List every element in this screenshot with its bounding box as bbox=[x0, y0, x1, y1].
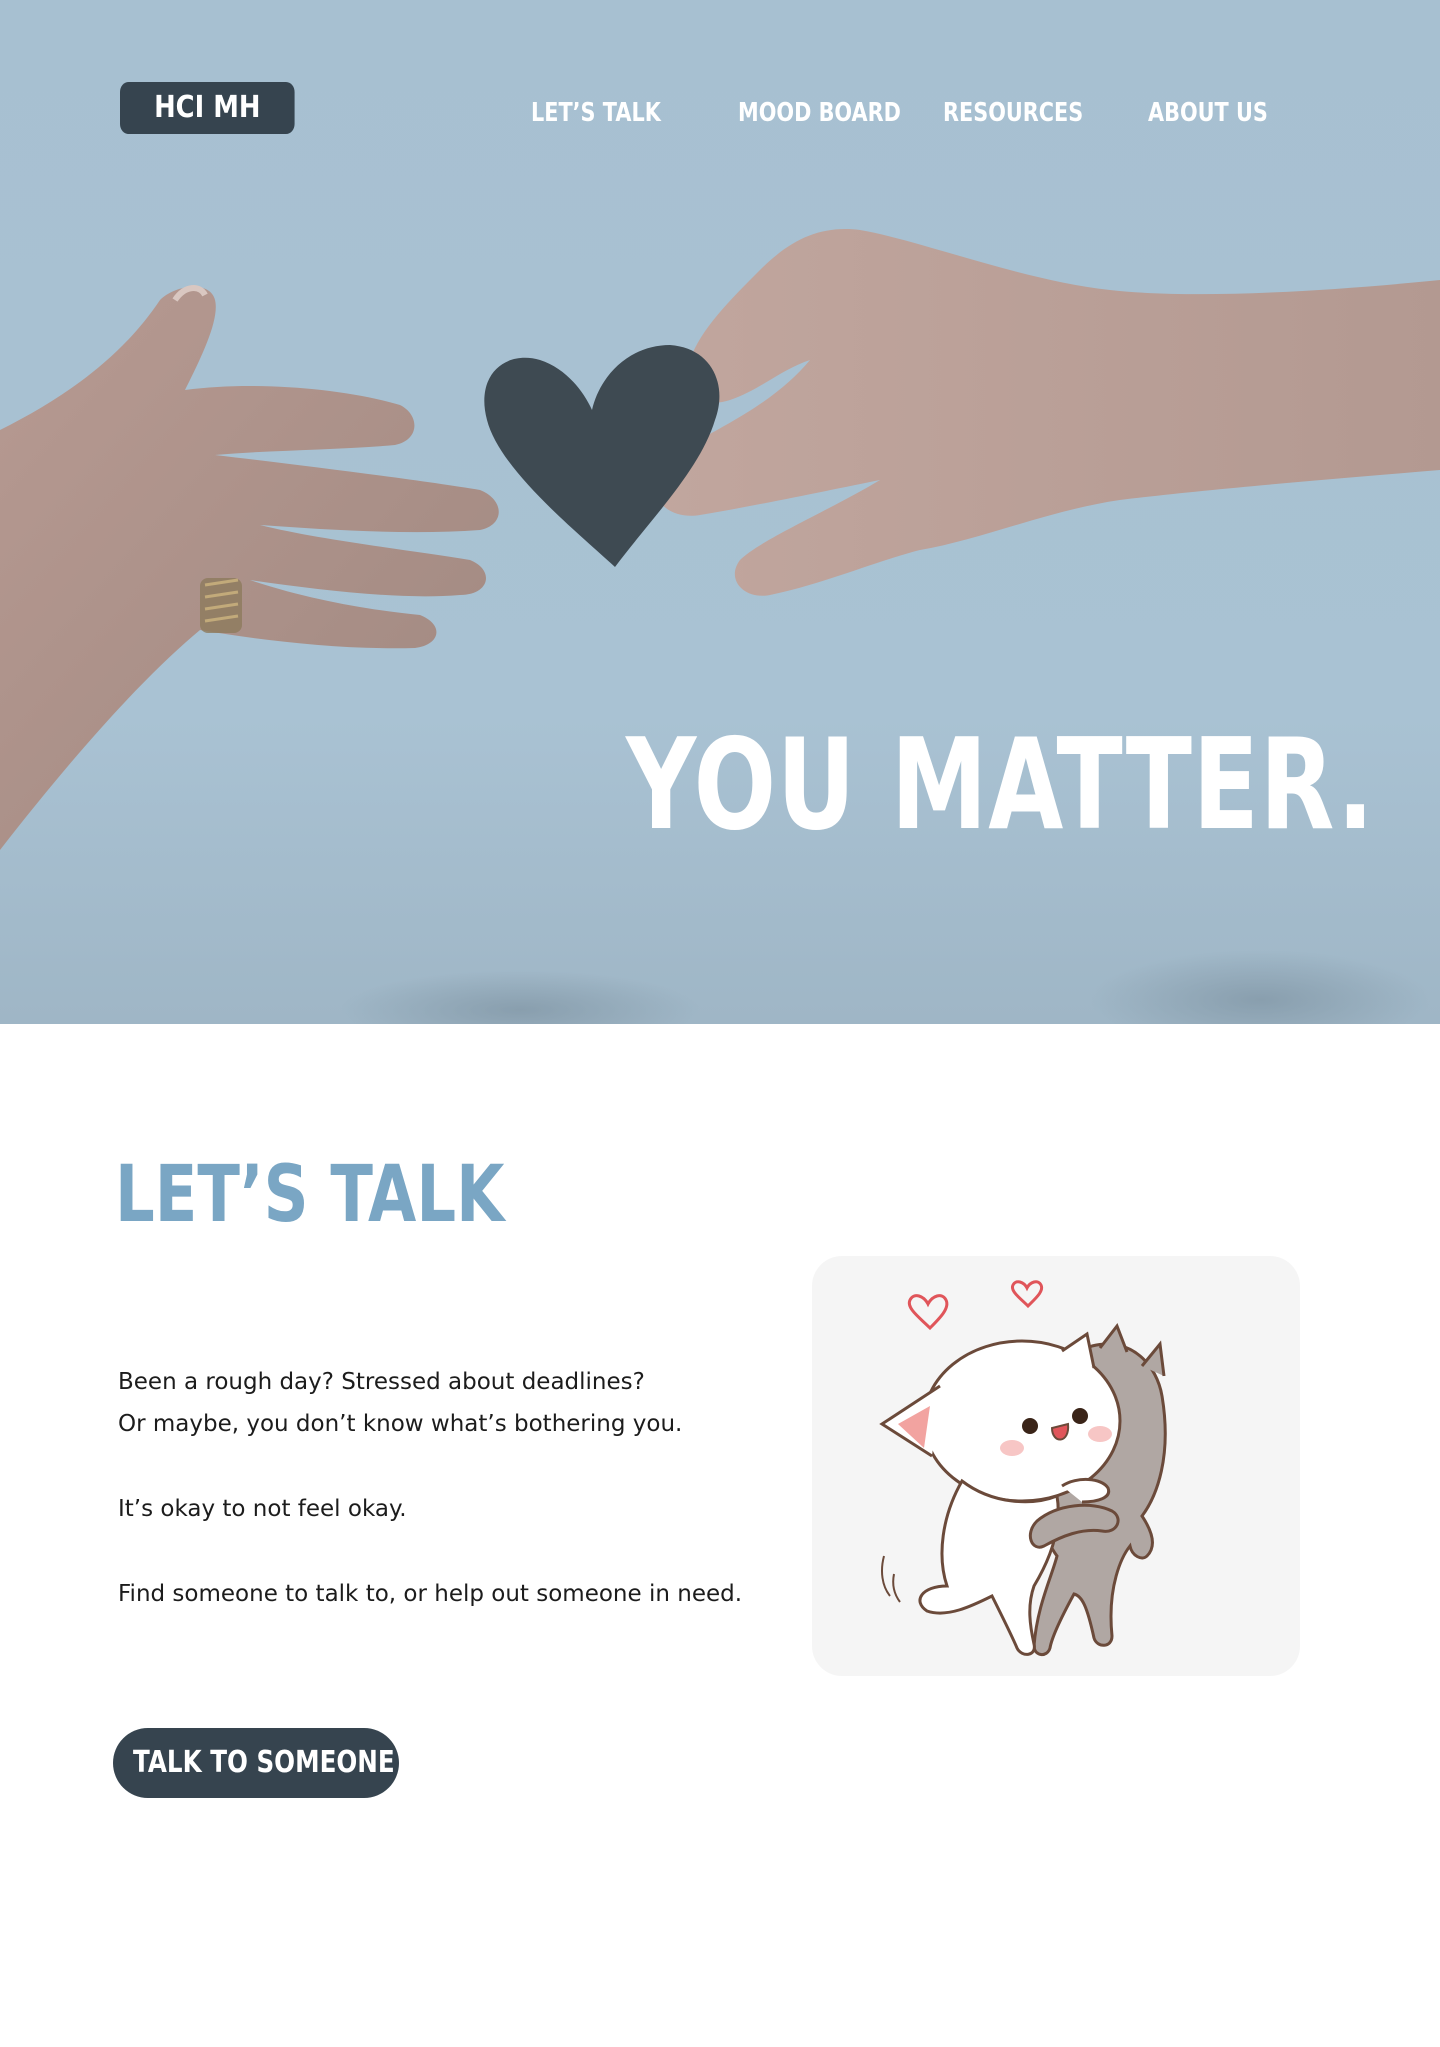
talk-to-someone-label: TALK TO SOMEONE bbox=[133, 1745, 395, 1780]
body-line-1: Been a rough day? Stressed about deadlin… bbox=[118, 1369, 645, 1395]
body-line-4: Find someone to talk to, or help out som… bbox=[118, 1581, 743, 1607]
nav-resources[interactable]: RESOURCES bbox=[943, 96, 1083, 130]
hero-section: HCI MH LET’S TALK MOOD BOARD RESOURCES A… bbox=[0, 0, 1440, 1024]
illustration-card bbox=[812, 1256, 1300, 1676]
nav-mood-board[interactable]: MOOD BOARD bbox=[738, 96, 901, 130]
hugging-cats-illustration bbox=[879, 1280, 1167, 1656]
logo[interactable]: HCI MH bbox=[120, 82, 295, 134]
hero-headline: YOU MATTER. bbox=[626, 711, 1375, 858]
body-line-2: Or maybe, you don’t know what’s botherin… bbox=[118, 1411, 683, 1437]
nav-about-us[interactable]: ABOUT US bbox=[1148, 96, 1268, 130]
section-title: LET’S TALK bbox=[115, 1150, 505, 1240]
talk-to-someone-button[interactable]: TALK TO SOMEONE bbox=[113, 1728, 399, 1798]
hands-heart-image bbox=[0, 0, 1440, 1024]
body-line-3: It’s okay to not feel okay. bbox=[118, 1496, 407, 1522]
nav-lets-talk[interactable]: LET’S TALK bbox=[531, 96, 661, 130]
